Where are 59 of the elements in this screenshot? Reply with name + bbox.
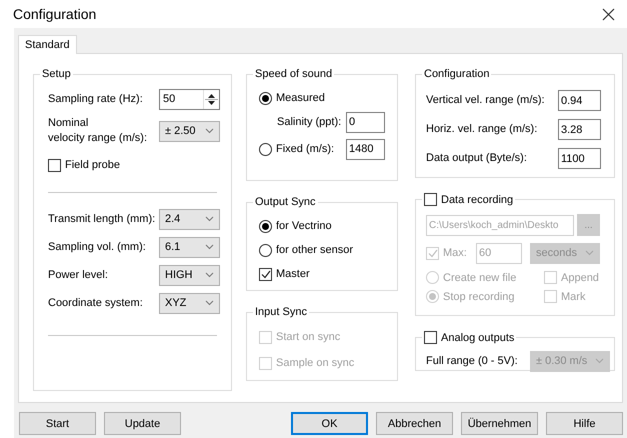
checkbox-label[interactable]: Field probe	[48, 158, 120, 172]
radio-button[interactable]	[259, 142, 272, 156]
group-title: Input Sync	[254, 306, 308, 318]
radio-label[interactable]: Measured	[259, 92, 325, 104]
field-label: Sampling vol. (mm):	[48, 240, 147, 254]
group-title: Output Sync	[254, 196, 317, 208]
window-title: Configuration	[13, 6, 96, 22]
dropdown[interactable]: XYZ	[159, 292, 220, 314]
input-field[interactable]: 1480	[346, 138, 385, 160]
number-spinner[interactable]: 50	[159, 88, 220, 110]
checkbox[interactable]	[48, 158, 61, 172]
dialog-button[interactable]: Start	[19, 412, 96, 435]
dropdown[interactable]: 6.1	[159, 236, 220, 258]
chevron-icon	[585, 250, 594, 256]
chevron-icon	[595, 358, 604, 364]
field-label: Transmit length (mm):	[48, 212, 156, 226]
dropdown[interactable]: ± 2.50	[159, 120, 220, 142]
field-label: Horiz. vel. range (m/s):	[426, 122, 538, 137]
radio-label[interactable]: Fixed (m/s):	[259, 142, 346, 156]
checkbox-label[interactable]: Analog outputs	[424, 331, 514, 344]
dialog-button[interactable]: OK	[291, 412, 368, 435]
field-label: Salinity (ppt):	[277, 114, 342, 130]
chevron-icon	[205, 128, 214, 134]
chevron-icon	[205, 272, 214, 278]
group-title: Speed of sound	[254, 68, 334, 80]
field-label: Data output (Byte/s):	[426, 151, 528, 166]
radio-label[interactable]: for other sensor	[259, 244, 354, 256]
chevron-icon	[205, 244, 214, 250]
radio-button[interactable]	[259, 220, 272, 232]
field-label: Coordinate system:	[48, 296, 144, 310]
dialog-button[interactable]: Update	[104, 412, 181, 435]
input-field[interactable]: 0	[346, 112, 385, 132]
field-label: Power level:	[48, 268, 109, 282]
group-title: Configuration	[423, 68, 490, 80]
radio-label[interactable]: for Vectrino	[259, 220, 332, 232]
close-icon[interactable]	[602, 8, 615, 20]
input-field[interactable]: 1100	[558, 148, 601, 169]
chevron-icon	[205, 216, 214, 222]
chevron-icon	[205, 300, 214, 306]
dropdown[interactable]: HIGH	[159, 264, 220, 286]
radio-button[interactable]	[259, 92, 272, 104]
field-label: Vertical vel. range (m/s):	[426, 93, 546, 108]
tab[interactable]: Standard	[18, 35, 77, 54]
dialog-button[interactable]: Abbrechen	[376, 412, 453, 435]
field-label: Nominal velocity range (m/s):	[48, 116, 148, 146]
field-label: Full range (0 - 5V):	[426, 354, 519, 368]
checkbox-label[interactable]: Master	[259, 268, 310, 280]
dialog-button[interactable]: Übernehmen	[461, 412, 538, 435]
radio-button[interactable]	[259, 244, 272, 256]
check-icon	[428, 248, 438, 258]
group-title: Setup	[41, 68, 72, 80]
input-field[interactable]: 3.28	[558, 119, 601, 140]
field-label: Sampling rate (Hz):	[48, 92, 144, 106]
check-icon	[260, 270, 270, 278]
checkbox[interactable]	[424, 331, 437, 344]
input-field[interactable]: 0.94	[558, 90, 601, 111]
checkbox[interactable]	[259, 268, 272, 280]
dropdown[interactable]: 2.4	[159, 208, 220, 230]
dialog-button[interactable]: Hilfe	[546, 412, 623, 435]
